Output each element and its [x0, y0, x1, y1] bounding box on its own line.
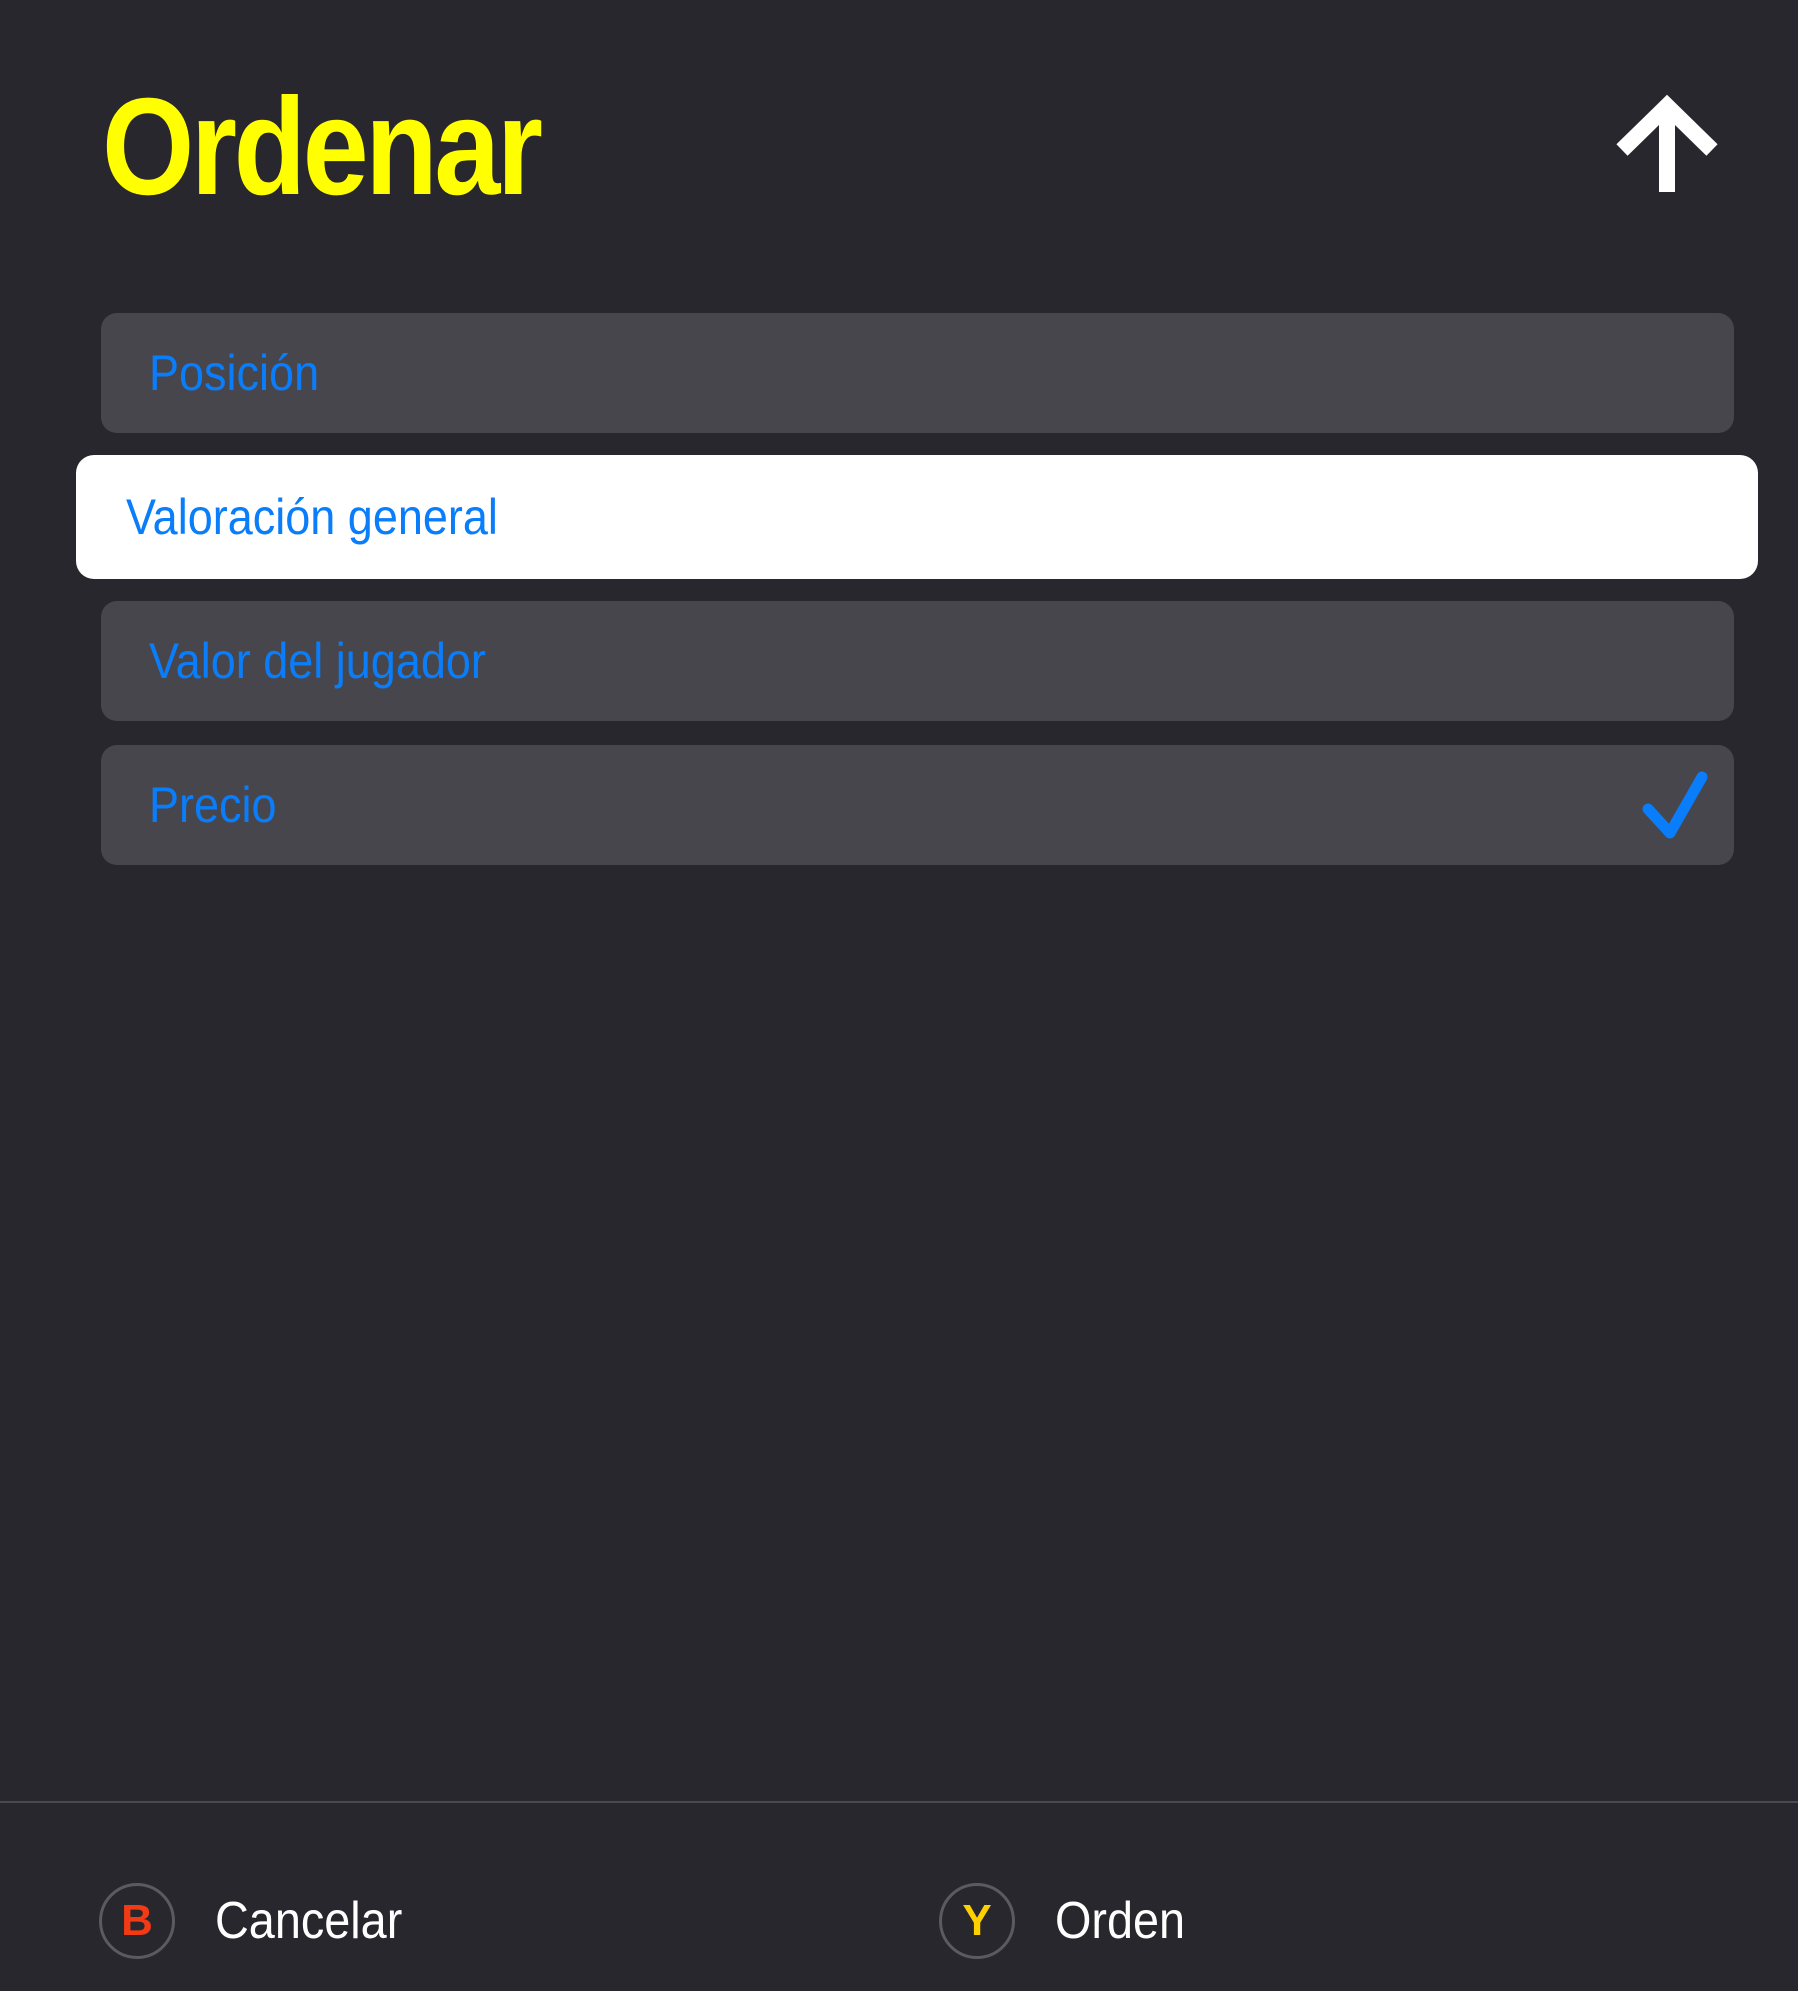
- sort-dialog: Ordenar Posición Valoración general Valo…: [0, 0, 1798, 1991]
- checkmark-icon: [1640, 769, 1710, 841]
- footer-divider: [0, 1801, 1798, 1803]
- b-button-glyph: B: [121, 1896, 153, 1945]
- sort-option-valor-del-jugador[interactable]: Valor del jugador: [101, 601, 1734, 721]
- cancel-label: Cancelar: [215, 1892, 403, 1950]
- arrow-up-icon[interactable]: [1612, 92, 1722, 202]
- sort-option-label: Precio: [149, 777, 277, 833]
- cancel-hint[interactable]: B Cancelar: [99, 1883, 423, 1959]
- y-button-icon: Y: [939, 1883, 1015, 1959]
- sort-option-posicion[interactable]: Posición: [101, 313, 1734, 433]
- sort-option-valoracion-general[interactable]: Valoración general: [76, 455, 1758, 579]
- sort-option-label: Valor del jugador: [149, 633, 486, 689]
- b-button-icon: B: [99, 1883, 175, 1959]
- y-button-glyph: Y: [962, 1896, 992, 1945]
- sort-option-precio[interactable]: Precio: [101, 745, 1734, 865]
- page-title: Ordenar: [102, 70, 543, 224]
- sort-option-label: Posición: [149, 345, 320, 401]
- order-label: Orden: [1055, 1892, 1186, 1950]
- order-hint[interactable]: Y Orden: [939, 1883, 1200, 1959]
- sort-option-label: Valoración general: [126, 489, 498, 545]
